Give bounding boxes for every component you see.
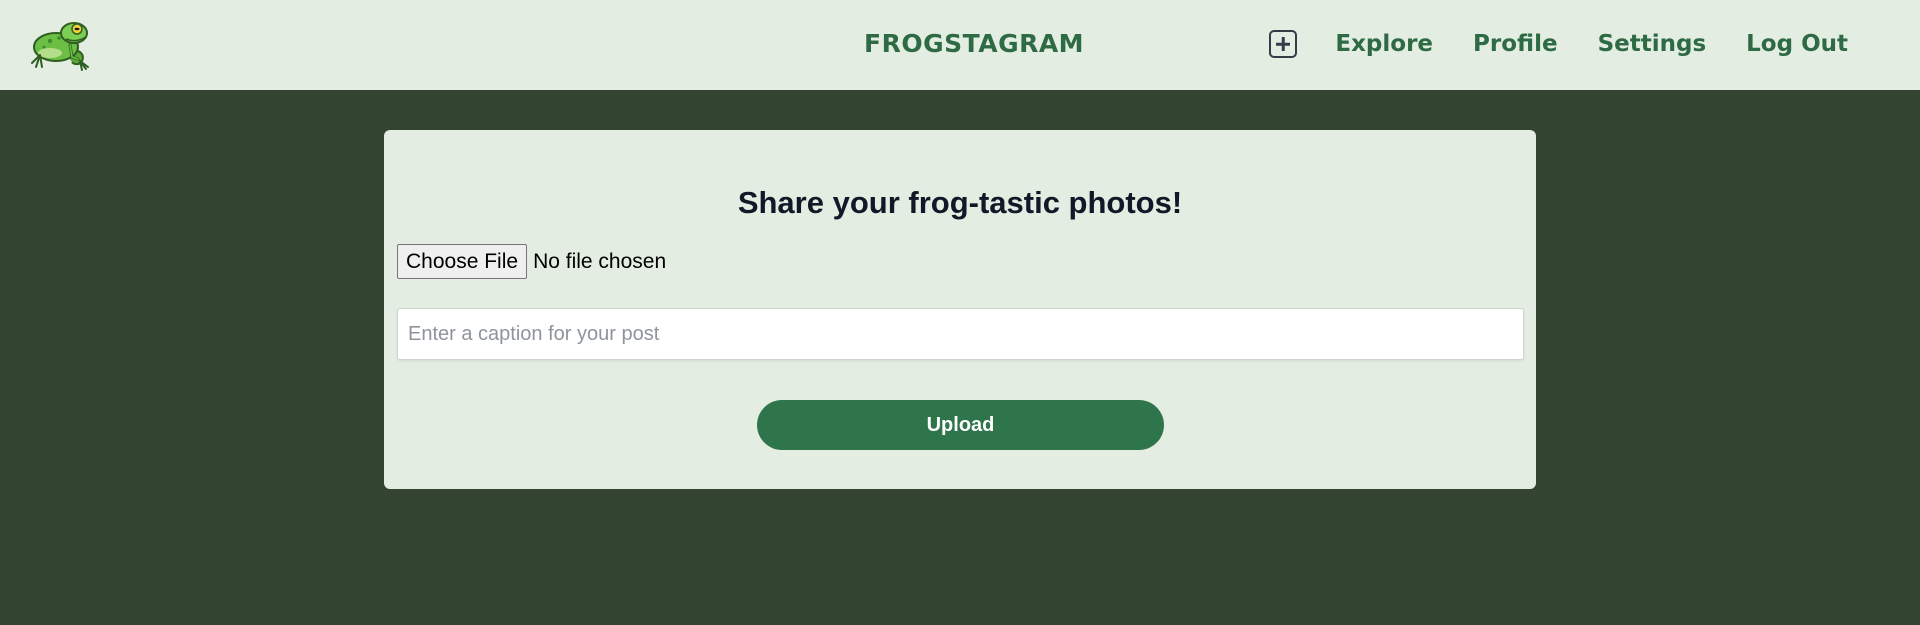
brand-title[interactable]: FROGSTAGRAM [864, 29, 1084, 58]
nav-logout-link[interactable]: Log Out [1746, 31, 1848, 57]
nav-links: Explore Profile Settings Log Out [1269, 30, 1848, 58]
file-picker: Choose File No file chosen [397, 244, 666, 279]
choose-file-button[interactable]: Choose File [397, 244, 528, 279]
caption-input[interactable] [397, 308, 1524, 360]
upload-button[interactable]: Upload [757, 400, 1164, 450]
top-navbar: FROGSTAGRAM Explore Profile Settings Log… [0, 0, 1920, 90]
upload-form-panel: Share your frog-tastic photos! Choose Fi… [384, 130, 1536, 489]
file-status-text: No file chosen [533, 249, 667, 273]
nav-profile-link[interactable]: Profile [1473, 31, 1558, 57]
nav-settings-link[interactable]: Settings [1598, 31, 1707, 57]
upload-form-title: Share your frog-tastic photos! [737, 185, 1183, 220]
frog-logo-icon[interactable] [26, 17, 92, 73]
plus-square-icon[interactable] [1269, 30, 1298, 58]
nav-explore-link[interactable]: Explore [1335, 31, 1433, 57]
